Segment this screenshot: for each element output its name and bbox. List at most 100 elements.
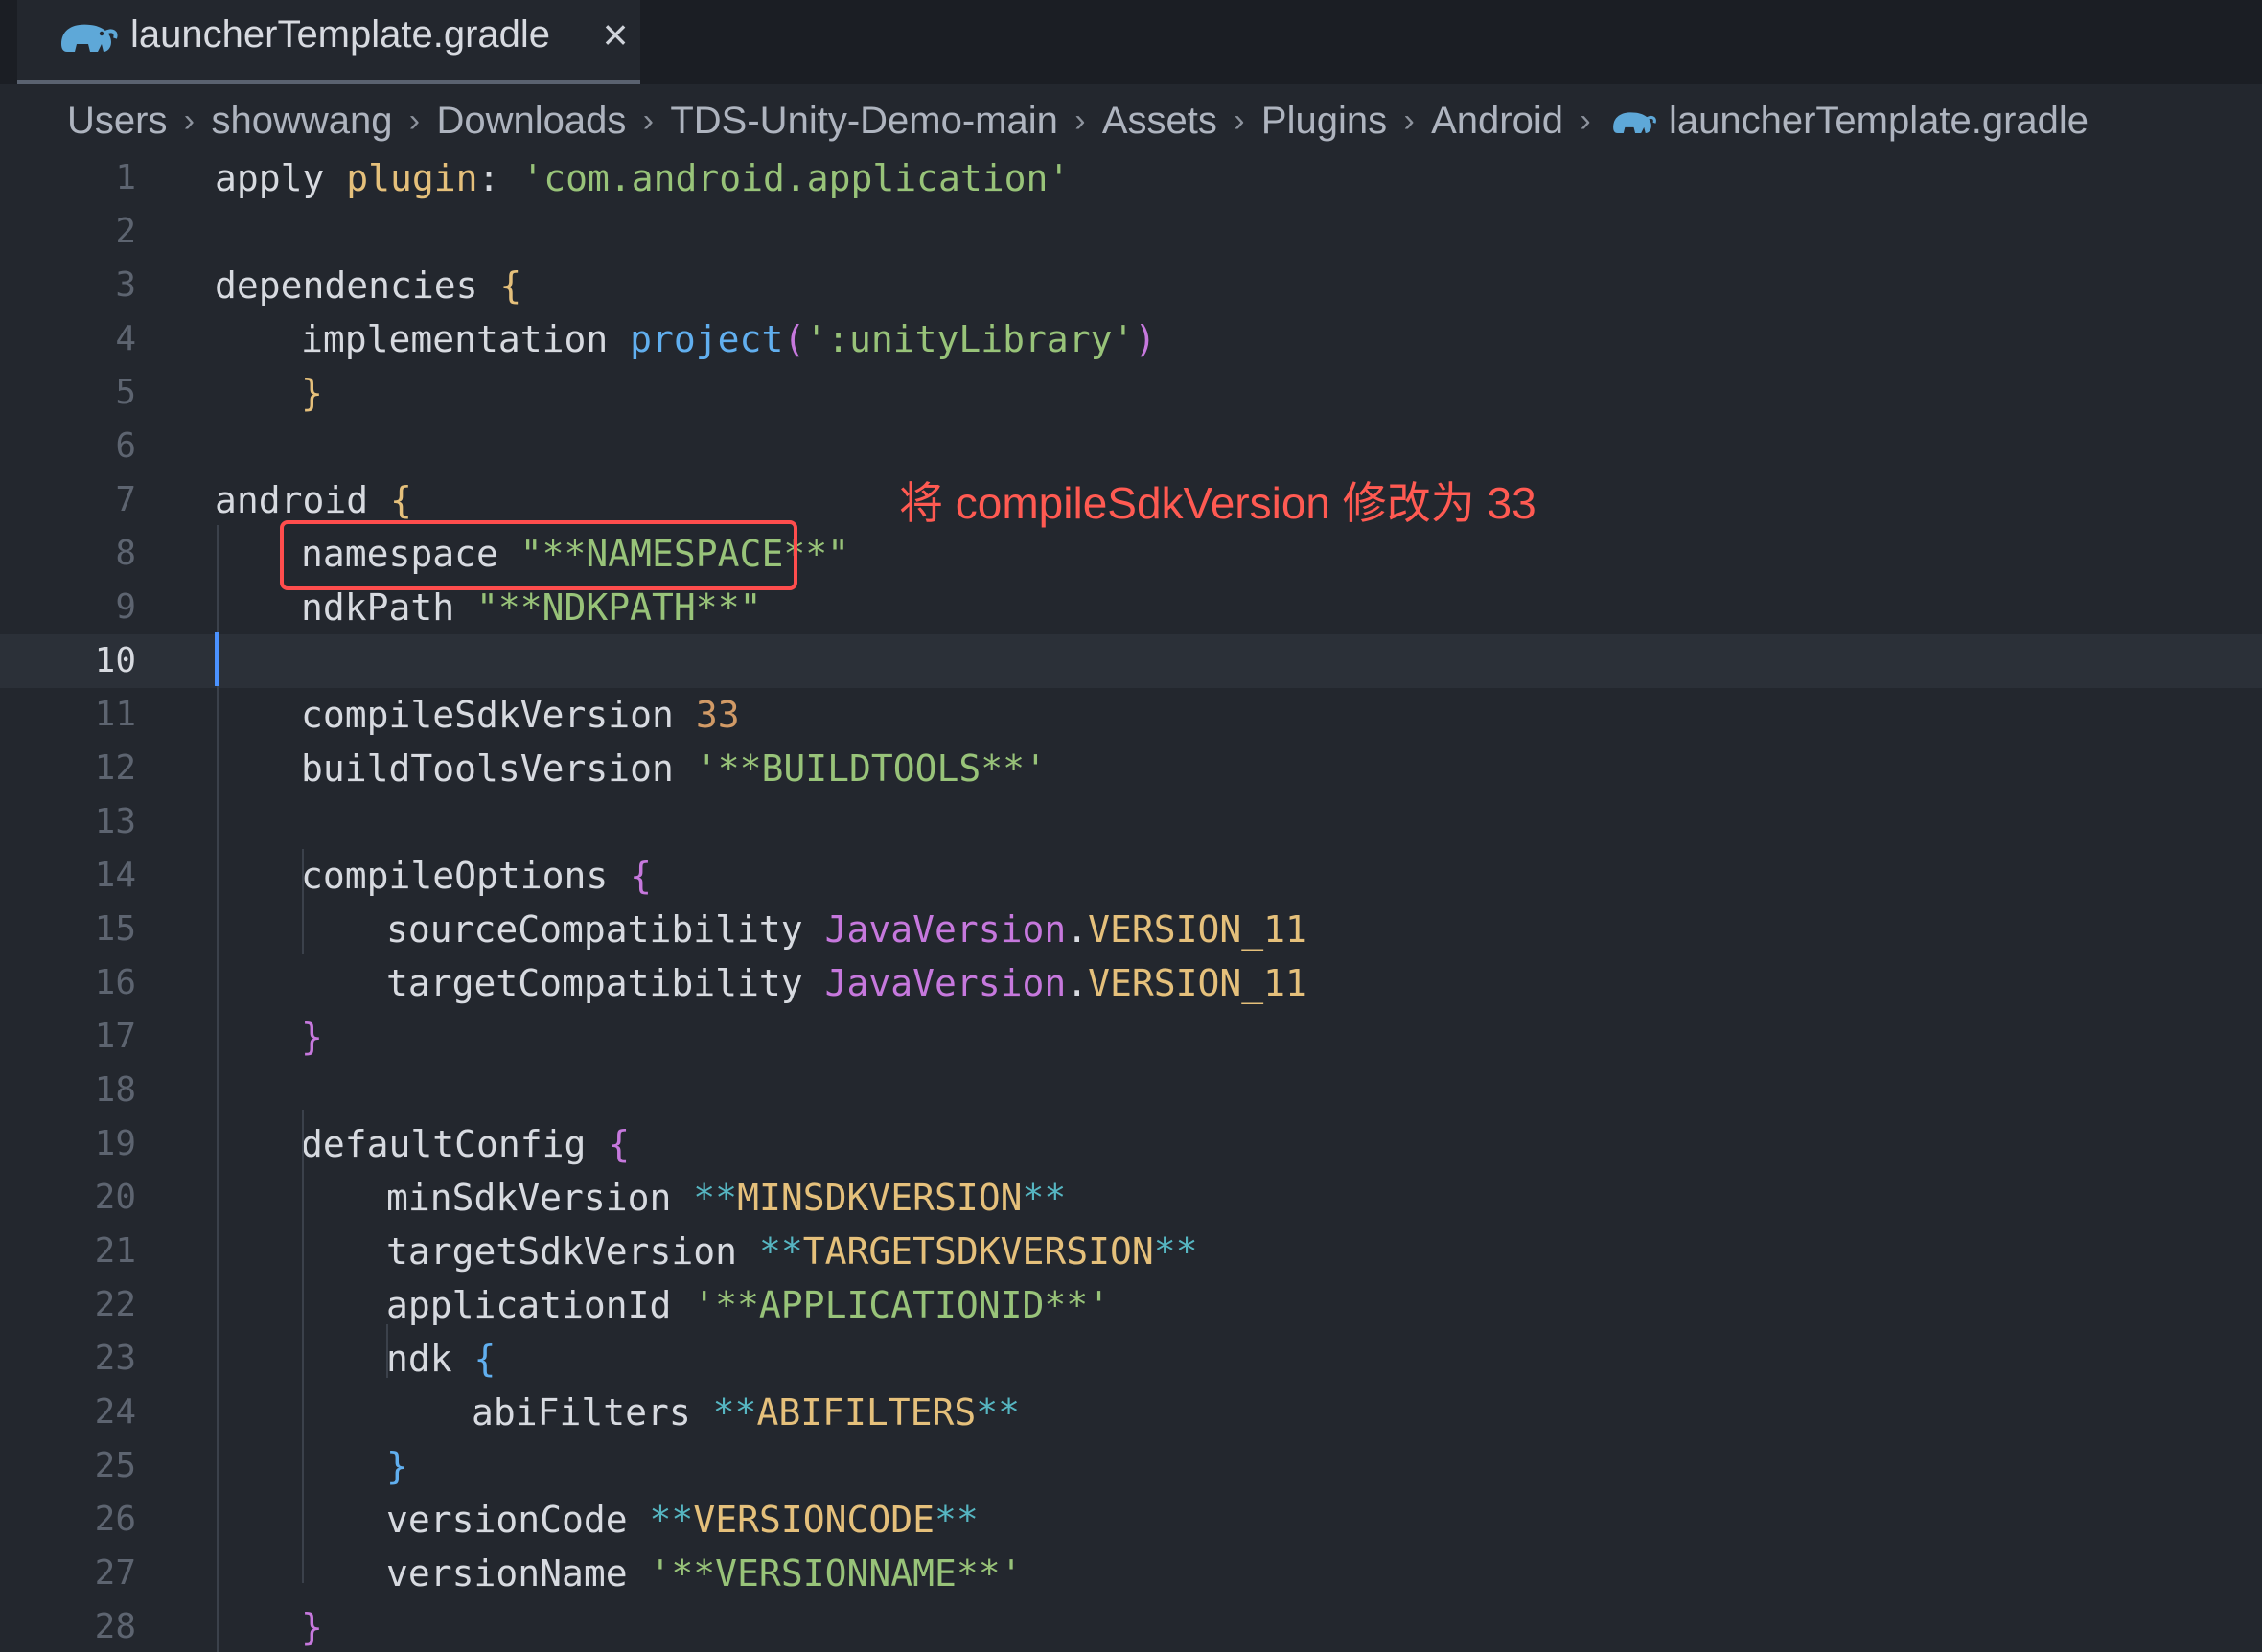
code-text: } bbox=[301, 1600, 323, 1652]
code-line[interactable]: 20 minSdkVersion **MINSDKVERSION** bbox=[0, 1171, 2262, 1225]
code-token: . bbox=[1066, 962, 1089, 1004]
code-line[interactable]: 11 compileSdkVersion 33 bbox=[0, 688, 2262, 742]
line-number: 1 bbox=[115, 158, 136, 197]
breadcrumb-item-project[interactable]: TDS-Unity-Demo-main bbox=[670, 100, 1058, 143]
breadcrumb: Users › showwang › Downloads › TDS-Unity… bbox=[67, 92, 2089, 149]
code-token: ** bbox=[1022, 1177, 1067, 1219]
code-line[interactable]: 22 applicationId '**APPLICATIONID**' bbox=[0, 1278, 2262, 1332]
line-number: 2 bbox=[115, 212, 136, 251]
code-token: ndkPath bbox=[301, 586, 477, 629]
indent-guide bbox=[217, 525, 219, 1652]
code-text: } bbox=[301, 366, 323, 420]
code-token: } bbox=[301, 372, 323, 414]
code-token: ** bbox=[976, 1391, 1020, 1434]
code-token: applicationId bbox=[386, 1284, 694, 1326]
line-number: 3 bbox=[115, 265, 136, 305]
breadcrumb-item-users[interactable]: Users bbox=[67, 100, 167, 143]
code-text: implementation project(':unityLibrary') bbox=[301, 312, 1156, 366]
code-line[interactable]: 25} bbox=[0, 1439, 2262, 1493]
code-token: ':unityLibrary' bbox=[805, 318, 1135, 360]
code-line[interactable]: 12 buildToolsVersion '**BUILDTOOLS**' bbox=[0, 742, 2262, 795]
code-token: VERSION_11 bbox=[1088, 908, 1307, 951]
code-line[interactable]: 15 sourceCompatibility JavaVersion.VERSIO… bbox=[0, 903, 2262, 956]
code-line[interactable]: 4 implementation project(':unityLibrary') bbox=[0, 312, 2262, 366]
code-line[interactable]: 24 abiFilters **ABIFILTERS** bbox=[0, 1386, 2262, 1439]
code-token: : bbox=[477, 157, 522, 199]
code-token: ** bbox=[1153, 1230, 1198, 1273]
code-token: targetCompatibility bbox=[386, 962, 825, 1004]
code-line[interactable]: 17} bbox=[0, 1010, 2262, 1064]
breadcrumb-item-showwang[interactable]: showwang bbox=[211, 100, 392, 143]
code-line[interactable]: 3 dependencies { bbox=[0, 259, 2262, 312]
code-token: } bbox=[301, 1606, 323, 1648]
breadcrumb-separator: › bbox=[1234, 102, 1245, 139]
breadcrumb-item-file[interactable]: launcherTemplate.gradle bbox=[1669, 100, 2089, 143]
code-text: android { bbox=[215, 473, 412, 527]
code-line[interactable]: 19 defaultConfig { bbox=[0, 1117, 2262, 1171]
code-text: abiFilters **ABIFILTERS** bbox=[472, 1386, 1020, 1439]
breadcrumb-separator: › bbox=[1403, 102, 1415, 139]
annotation-text: 将 compileSdkVersion 修改为 33 bbox=[899, 478, 1536, 528]
line-number: 8 bbox=[115, 534, 136, 573]
line-number: 6 bbox=[115, 426, 136, 466]
close-icon[interactable]: × bbox=[592, 11, 638, 57]
code-token: "**NDKPATH**" bbox=[476, 586, 762, 629]
code-line[interactable]: 16 targetCompatibility JavaVersion.VERSIO… bbox=[0, 956, 2262, 1010]
code-text: targetSdkVersion **TARGETSDKVERSION** bbox=[386, 1225, 1198, 1278]
code-token: minSdkVersion bbox=[386, 1177, 694, 1219]
code-token: JavaVersion bbox=[824, 908, 1067, 951]
gradle-elephant-icon bbox=[61, 24, 118, 52]
gradle-elephant-icon bbox=[1613, 112, 1656, 133]
breadcrumb-item-assets[interactable]: Assets bbox=[1102, 100, 1217, 143]
breadcrumb-item-plugins[interactable]: Plugins bbox=[1261, 100, 1387, 143]
code-line[interactable]: 6 bbox=[0, 420, 2262, 473]
indent-guide bbox=[386, 1324, 388, 1378]
code-token: buildToolsVersion bbox=[301, 747, 696, 790]
code-line[interactable]: 2 bbox=[0, 205, 2262, 259]
code-text: apply plugin: 'com.android.application' bbox=[215, 151, 1070, 205]
code-line[interactable]: 1 apply plugin: 'com.android.application' bbox=[0, 151, 2262, 205]
code-text: } bbox=[386, 1439, 408, 1493]
code-line[interactable]: 21 targetSdkVersion **TARGETSDKVERSION** bbox=[0, 1225, 2262, 1278]
code-line[interactable]: 10 bbox=[0, 634, 2262, 688]
breadcrumb-separator: › bbox=[183, 102, 196, 139]
cursor-indicator bbox=[215, 632, 219, 686]
line-number: 13 bbox=[94, 802, 136, 841]
code-line[interactable]: 23 ndk { bbox=[0, 1332, 2262, 1386]
line-number: 9 bbox=[115, 587, 136, 627]
line-number: 28 bbox=[94, 1607, 136, 1646]
code-line[interactable]: 28} bbox=[0, 1600, 2262, 1652]
tab-launcher-template[interactable]: launcherTemplate.gradle × bbox=[17, 0, 640, 84]
code-text: applicationId '**APPLICATIONID**' bbox=[386, 1278, 1110, 1332]
code-token: VERSIONCODE bbox=[693, 1499, 935, 1541]
code-line[interactable]: 26 versionCode **VERSIONCODE** bbox=[0, 1493, 2262, 1547]
code-line[interactable]: 5} bbox=[0, 366, 2262, 420]
code-editor-window: launcherTemplate.gradle × Users › showwa… bbox=[0, 0, 2262, 1652]
line-number: 21 bbox=[94, 1231, 136, 1271]
code-token: ) bbox=[1134, 318, 1157, 360]
line-number: 7 bbox=[115, 480, 136, 519]
code-token: '**VERSIONNAME**' bbox=[649, 1552, 1023, 1595]
code-text: compileSdkVersion 33 bbox=[301, 688, 740, 742]
code-line[interactable]: 27 versionName '**VERSIONNAME**' bbox=[0, 1547, 2262, 1600]
code-token: ndk bbox=[386, 1338, 474, 1380]
line-number: 23 bbox=[94, 1339, 136, 1378]
code-token: TARGETSDKVERSION bbox=[802, 1230, 1154, 1273]
code-editor[interactable]: 1 apply plugin: 'com.android.application'… bbox=[0, 151, 2262, 1652]
line-number: 14 bbox=[94, 856, 136, 895]
code-token: JavaVersion bbox=[824, 962, 1067, 1004]
code-token: versionName bbox=[386, 1552, 650, 1595]
breadcrumb-item-android[interactable]: Android bbox=[1431, 100, 1563, 143]
code-token: ** bbox=[712, 1391, 757, 1434]
code-line[interactable]: 14 compileOptions { bbox=[0, 849, 2262, 903]
line-number: 22 bbox=[94, 1285, 136, 1324]
breadcrumb-item-downloads[interactable]: Downloads bbox=[436, 100, 626, 143]
code-text: ndk { bbox=[386, 1332, 496, 1386]
code-line[interactable]: 18 bbox=[0, 1064, 2262, 1117]
code-token: { bbox=[608, 1123, 631, 1165]
code-token: compileSdkVersion bbox=[301, 694, 696, 736]
code-token: sourceCompatibility bbox=[386, 908, 825, 951]
code-text: minSdkVersion **MINSDKVERSION** bbox=[386, 1171, 1066, 1225]
code-token: 'com.android.application' bbox=[521, 157, 1071, 199]
code-line[interactable]: 13 bbox=[0, 795, 2262, 849]
